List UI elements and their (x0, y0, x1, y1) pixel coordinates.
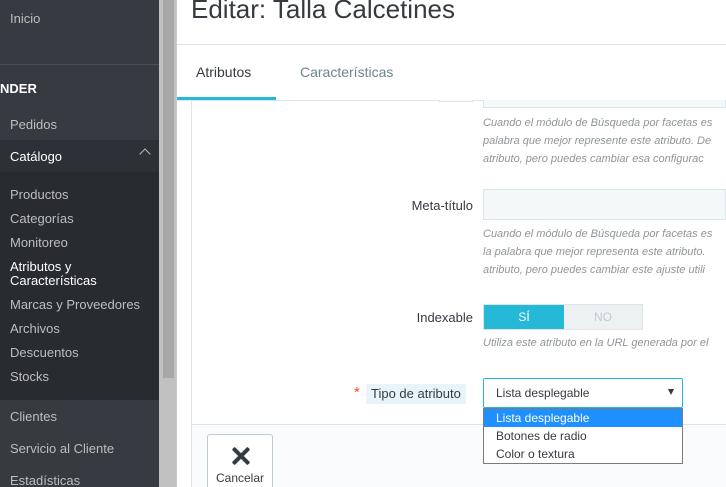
sidebar-item-estadisticas[interactable]: Estadísticas (10, 473, 80, 487)
tab-caracteristicas[interactable]: Características (300, 64, 393, 80)
help-text-line: Utiliza este atributo en la URL generada… (483, 337, 709, 349)
dropdown-option-color[interactable]: Color o textura (484, 445, 682, 463)
scrollbar-thumb[interactable] (163, 0, 174, 378)
indexable-switch[interactable]: SÍ NO (483, 304, 643, 330)
help-text-line: Cuando el módulo de Búsqueda por facetas… (483, 228, 713, 240)
help-text-line: la palabra que mejor representa este atr… (483, 246, 706, 258)
dropdown-option-lista[interactable]: Lista desplegable (484, 409, 682, 427)
cancel-button[interactable]: Cancelar (207, 434, 273, 487)
cancel-label: Cancelar (215, 471, 265, 485)
tab-atributos[interactable]: Atributos (196, 64, 251, 80)
close-icon (230, 445, 252, 467)
help-text-line: Cuando el módulo de Búsqueda por facetas… (483, 117, 713, 129)
attribute-type-dropdown: Lista desplegable Botones de radio Color… (483, 408, 683, 464)
indexable-label: Indexable (416, 310, 473, 325)
sidebar-item-catalogo[interactable]: Catálogo (10, 149, 62, 164)
sidebar: Inicio NDER Pedidos Catálogo Productos C… (0, 0, 159, 487)
help-text-line: atributo, pero puedes cambiar esa config… (483, 153, 704, 165)
sidebar-item-clientes[interactable]: Clientes (10, 409, 57, 424)
dropdown-option-botones[interactable]: Botones de radio (484, 427, 682, 445)
header-divider (177, 44, 726, 45)
help-text-line: atributo, pero puedes cambiar este ajust… (483, 264, 705, 276)
sidebar-item-inicio[interactable]: Inicio (10, 11, 40, 26)
sidebar-item-atributos-line2[interactable]: Características (10, 273, 97, 288)
partial-field-left (439, 100, 473, 102)
page-title: Editar: Talla Calcetines (191, 0, 455, 24)
help-text-line: palabra que mejor represente este atribu… (483, 135, 712, 147)
meta-title-label: Meta-título (411, 198, 473, 213)
sidebar-item-atributos[interactable]: Atributos y (10, 259, 71, 274)
sidebar-item-descuentos[interactable]: Descuentos (10, 345, 79, 360)
sidebar-section-title: NDER (0, 81, 37, 96)
required-marker: * (354, 384, 360, 401)
attribute-type-label: Tipo de atributo (366, 384, 466, 404)
switch-yes-option[interactable]: SÍ (484, 305, 564, 329)
sidebar-divider (0, 64, 159, 65)
sidebar-item-marcas[interactable]: Marcas y Proveedores (10, 297, 140, 312)
sidebar-item-productos[interactable]: Productos (10, 187, 69, 202)
attribute-type-select[interactable]: Lista desplegable (483, 378, 683, 408)
meta-title-input[interactable] (483, 189, 726, 220)
caret-down-icon (668, 389, 674, 395)
partial-url-input[interactable] (483, 100, 726, 108)
sidebar-item-categorias[interactable]: Categorías (10, 211, 74, 226)
sidebar-item-servicio[interactable]: Servicio al Cliente (10, 441, 114, 456)
sidebar-item-pedidos[interactable]: Pedidos (10, 117, 57, 132)
sidebar-item-archivos[interactable]: Archivos (10, 321, 60, 336)
switch-no-option[interactable]: NO (564, 305, 642, 329)
sidebar-item-monitoreo[interactable]: Monitoreo (10, 235, 68, 250)
sidebar-item-stocks[interactable]: Stocks (10, 369, 49, 384)
